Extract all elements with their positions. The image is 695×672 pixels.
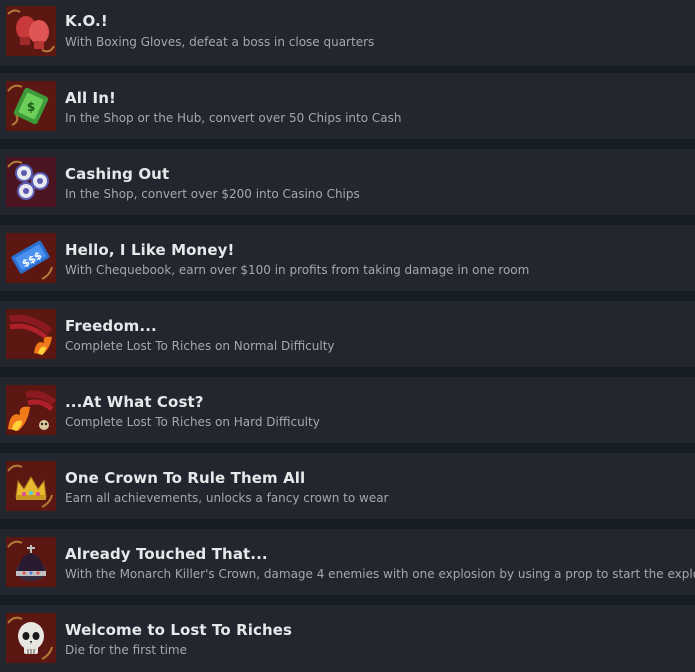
achievement-row: $ All In! In the Shop or the Hub, conver… bbox=[0, 73, 695, 139]
achievement-description: Complete Lost To Riches on Normal Diffic… bbox=[65, 339, 335, 353]
achievement-description: In the Shop or the Hub, convert over 50 … bbox=[65, 111, 402, 125]
boxing-gloves-icon bbox=[6, 6, 56, 56]
achievement-row: One Crown To Rule Them All Earn all achi… bbox=[0, 453, 695, 519]
achievement-description: With Boxing Gloves, defeat a boss in clo… bbox=[65, 35, 375, 49]
achievement-row: Already Touched That... With the Monarch… bbox=[0, 529, 695, 595]
achievement-title: Cashing Out bbox=[65, 165, 170, 183]
achievement-list: K.O.! With Boxing Gloves, defeat a boss … bbox=[0, 0, 695, 672]
casino-chips-icon bbox=[6, 157, 56, 207]
achievement-row: Freedom... Complete Lost To Riches on No… bbox=[0, 301, 695, 367]
achievement-row: K.O.! With Boxing Gloves, defeat a boss … bbox=[0, 0, 695, 66]
achievement-description: Earn all achievements, unlocks a fancy c… bbox=[65, 491, 389, 505]
achievement-row: ...At What Cost? Complete Lost To Riches… bbox=[0, 377, 695, 443]
achievement-title: Already Touched That... bbox=[65, 545, 268, 563]
achievement-title: Freedom... bbox=[65, 317, 157, 335]
achievement-title: All In! bbox=[65, 89, 116, 107]
achievement-row: Cashing Out In the Shop, convert over $2… bbox=[0, 149, 695, 215]
monarch-crown-icon bbox=[6, 537, 56, 587]
achievement-title: One Crown To Rule Them All bbox=[65, 469, 306, 487]
skull-icon bbox=[6, 613, 56, 663]
achievement-description: Die for the first time bbox=[65, 643, 187, 657]
achievement-title: Hello, I Like Money! bbox=[65, 241, 235, 259]
achievement-title: K.O.! bbox=[65, 12, 108, 30]
achievement-row: Welcome to Lost To Riches Die for the fi… bbox=[0, 605, 695, 672]
gold-crown-icon bbox=[6, 461, 56, 511]
achievement-description: With Chequebook, earn over $100 in profi… bbox=[65, 263, 530, 277]
chequebook-icon: $$$ bbox=[6, 233, 56, 283]
flaming-wings-icon bbox=[6, 309, 56, 359]
svg-text:$: $ bbox=[27, 100, 35, 114]
flaming-wings-skull-icon bbox=[6, 385, 56, 435]
achievement-row: $$$ Hello, I Like Money! With Chequebook… bbox=[0, 225, 695, 291]
achievement-title: ...At What Cost? bbox=[65, 393, 204, 411]
achievement-title: Welcome to Lost To Riches bbox=[65, 621, 293, 639]
achievement-description: Complete Lost To Riches on Hard Difficul… bbox=[65, 415, 320, 429]
cash-stack-icon: $ bbox=[6, 81, 56, 131]
achievement-description: With the Monarch Killer's Crown, damage … bbox=[65, 567, 695, 581]
achievement-description: In the Shop, convert over $200 into Casi… bbox=[65, 187, 360, 201]
